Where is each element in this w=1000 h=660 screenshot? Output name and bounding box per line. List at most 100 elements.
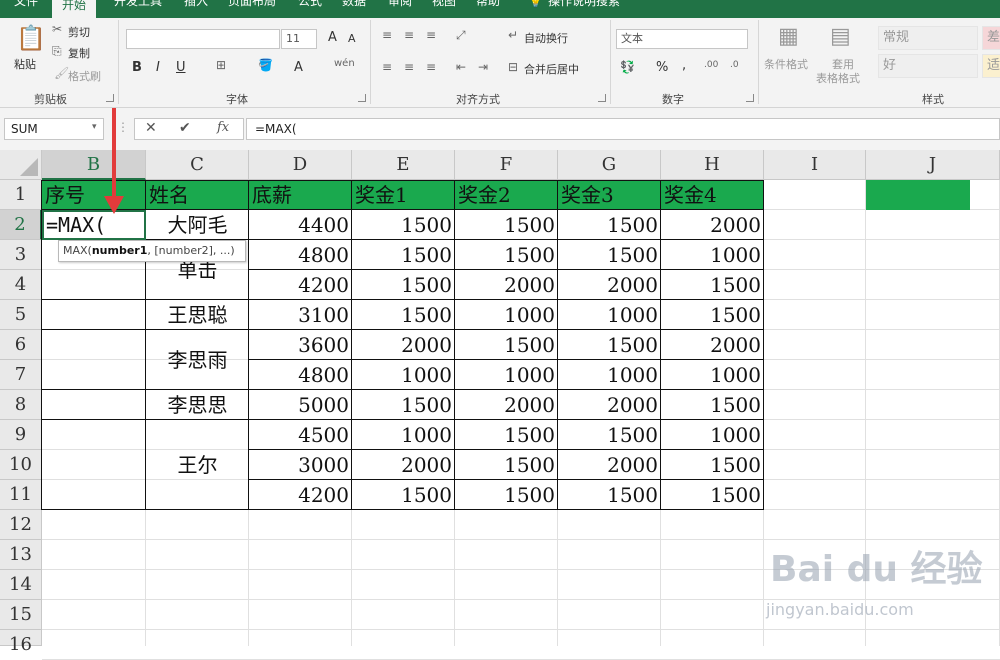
data-cell[interactable]: 1000 (455, 360, 558, 390)
table-header-cell[interactable]: 奖金2 (455, 180, 558, 210)
font-color-button[interactable]: A (294, 60, 303, 75)
italic-button[interactable]: I (156, 60, 160, 75)
data-cell[interactable]: 2000 (455, 270, 558, 300)
data-cell[interactable]: 1500 (558, 210, 661, 240)
row-header-14[interactable]: 14 (0, 570, 42, 600)
align-top-icon[interactable]: ≡ (382, 28, 392, 42)
data-cell[interactable]: 1500 (661, 300, 764, 330)
name-cell[interactable]: 李思雨 (146, 330, 249, 390)
wrap-text-icon[interactable]: ↵ (508, 28, 518, 42)
underline-button[interactable]: U (176, 60, 186, 75)
align-bottom-icon[interactable]: ≡ (426, 28, 436, 42)
data-cell[interactable]: 1500 (455, 210, 558, 240)
data-cell[interactable]: 3100 (249, 300, 352, 330)
style-bad[interactable]: 差 (982, 26, 1000, 50)
merge-center-icon[interactable]: ⊟ (508, 60, 518, 74)
data-cell[interactable]: 2000 (661, 210, 764, 240)
data-cell[interactable]: 1500 (352, 300, 455, 330)
data-cell[interactable]: 1500 (455, 420, 558, 450)
column-header-b[interactable]: B (42, 150, 146, 180)
tab-view[interactable]: 视图 (432, 0, 456, 12)
data-cell[interactable]: 1500 (352, 210, 455, 240)
data-cell[interactable]: 1500 (455, 330, 558, 360)
row-header-16[interactable]: 16 (0, 630, 42, 655)
data-cell[interactable]: 1500 (455, 450, 558, 480)
tab-file[interactable]: 文件 (14, 0, 38, 12)
data-cell[interactable]: 1000 (558, 300, 661, 330)
tab-developer[interactable]: 开发工具 (114, 0, 162, 12)
data-cell[interactable]: 1000 (558, 360, 661, 390)
format-painter-icon[interactable]: 🖌 (54, 66, 69, 80)
row-header-7[interactable]: 7 (0, 360, 42, 390)
conditional-format-button[interactable]: 条件格式 (764, 56, 808, 72)
font-launcher-icon[interactable] (358, 94, 366, 102)
shrink-font-button[interactable]: A (348, 32, 356, 45)
number-launcher-icon[interactable] (746, 94, 754, 102)
data-cell[interactable]: 4200 (249, 270, 352, 300)
bold-button[interactable]: B (132, 60, 142, 75)
data-cell[interactable]: 4400 (249, 210, 352, 240)
increase-indent-icon[interactable]: ⇥ (478, 60, 488, 74)
column-header-i[interactable]: I (764, 150, 866, 180)
row-header-2[interactable]: 2 (0, 210, 42, 240)
row-header-6[interactable]: 6 (0, 330, 42, 360)
table-header-cell[interactable]: 奖金3 (558, 180, 661, 210)
data-cell[interactable]: 1000 (455, 300, 558, 330)
data-cell[interactable]: 1500 (661, 390, 764, 420)
data-cell[interactable]: 2000 (455, 390, 558, 420)
row-header-3[interactable]: 3 (0, 240, 42, 270)
clipboard-launcher-icon[interactable] (106, 94, 114, 102)
active-cell-editor[interactable]: =MAX( (42, 210, 146, 240)
name-cell[interactable]: 王思聪 (146, 300, 249, 330)
column-header-h[interactable]: H (661, 150, 764, 180)
table-header-cell[interactable]: 姓名 (146, 180, 249, 210)
decrease-indent-icon[interactable]: ⇤ (456, 60, 466, 74)
data-cell[interactable]: 1500 (558, 420, 661, 450)
row-header-11[interactable]: 11 (0, 480, 42, 510)
format-painter-button[interactable]: 格式刷 (68, 68, 101, 84)
row-header-9[interactable]: 9 (0, 420, 42, 450)
style-neutral[interactable]: 适 (982, 54, 1000, 78)
tab-data[interactable]: 数据 (342, 0, 366, 12)
paste-button[interactable]: 粘贴 (14, 56, 36, 72)
style-normal[interactable]: 常规 (878, 26, 978, 50)
data-cell[interactable]: 2000 (352, 450, 455, 480)
name-box-dropdown-icon[interactable]: ▾ (92, 122, 97, 132)
percent-button[interactable]: % (656, 60, 668, 75)
wrap-text-button[interactable]: 自动换行 (524, 30, 568, 46)
data-cell[interactable]: 1500 (558, 330, 661, 360)
copy-button[interactable]: 复制 (68, 45, 90, 61)
align-right-icon[interactable]: ≡ (426, 60, 436, 74)
data-cell[interactable]: 3600 (249, 330, 352, 360)
column-header-e[interactable]: E (352, 150, 455, 180)
column-header-c[interactable]: C (146, 150, 249, 180)
align-left-icon[interactable]: ≡ (382, 60, 392, 74)
name-cell[interactable]: 王尔 (146, 420, 249, 510)
data-cell[interactable]: 1500 (455, 240, 558, 270)
row-header-4[interactable]: 4 (0, 270, 42, 300)
tab-insert[interactable]: 插入 (184, 0, 208, 12)
column-header-d[interactable]: D (249, 150, 352, 180)
cancel-icon[interactable]: ✕ (145, 120, 157, 136)
table-header-cell[interactable]: 底薪 (249, 180, 352, 210)
phonetic-icon[interactable]: wén (334, 58, 355, 69)
cut-icon[interactable]: ✂ (52, 22, 62, 36)
number-format-select[interactable]: 文本 (616, 29, 748, 49)
data-cell[interactable]: 4500 (249, 420, 352, 450)
borders-icon[interactable]: ⊞ (216, 58, 226, 72)
column-header-j[interactable]: J (866, 150, 1000, 180)
column-header-g[interactable]: G (558, 150, 661, 180)
conditional-format-icon[interactable]: ▦ (778, 24, 799, 49)
row-header-1[interactable]: 1 (0, 180, 42, 210)
font-size-select[interactable]: 11 (281, 29, 317, 49)
data-cell[interactable]: 1500 (558, 240, 661, 270)
align-middle-icon[interactable]: ≡ (404, 28, 414, 42)
data-cell[interactable]: 3000 (249, 450, 352, 480)
table-header-cell[interactable]: 奖金4 (661, 180, 764, 210)
name-cell[interactable]: 李思思 (146, 390, 249, 420)
row-header-5[interactable]: 5 (0, 300, 42, 330)
data-cell[interactable]: 4200 (249, 480, 352, 510)
row-header-10[interactable]: 10 (0, 450, 42, 480)
name-box[interactable]: SUM (4, 118, 104, 140)
row-header-15[interactable]: 15 (0, 600, 42, 630)
